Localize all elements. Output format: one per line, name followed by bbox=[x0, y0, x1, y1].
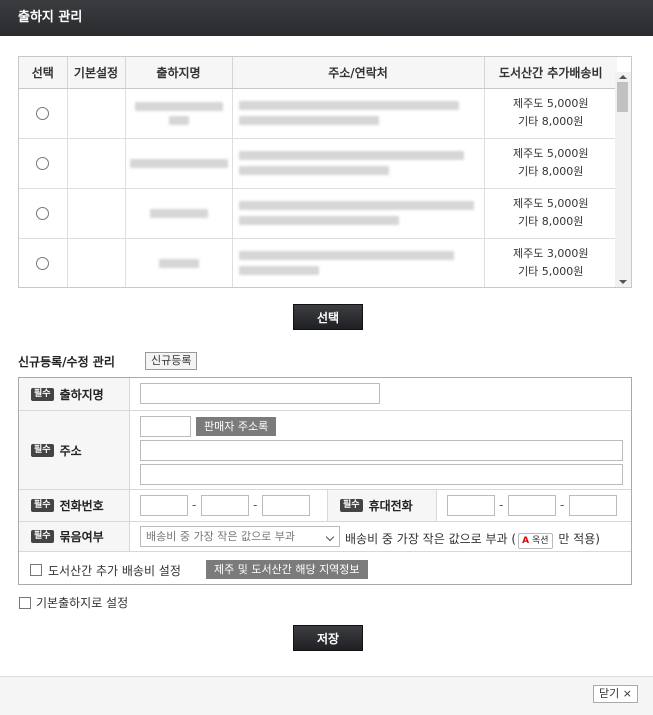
dash: - bbox=[253, 498, 258, 512]
remote-fee-row: 도서산간 추가 배송비 설정 제주 및 도서산간 해당 지역정보 bbox=[19, 552, 631, 585]
address-list: 선택 기본설정 출하지명 주소/연락처 도서산간 추가배송비 제주도 5,000… bbox=[18, 56, 632, 288]
address-input-2[interactable] bbox=[140, 464, 623, 485]
dash: - bbox=[192, 498, 197, 512]
header-default: 기본설정 bbox=[67, 57, 126, 89]
address-cell bbox=[232, 238, 485, 287]
default-cell bbox=[67, 88, 126, 139]
table-row[interactable]: 제주도 5,000원 기타 8,000원 bbox=[19, 88, 617, 139]
mobile-input-3[interactable] bbox=[569, 495, 617, 516]
name-label: 필수 출하지명 bbox=[19, 378, 130, 410]
section-title: 신규등록/수정 관리 bbox=[18, 355, 115, 369]
remote-fee-cell: 제주도 5,000원 기타 8,000원 bbox=[484, 188, 617, 239]
scroll-thumb[interactable] bbox=[617, 82, 628, 112]
address-table: 선택 기본설정 출하지명 주소/연락처 도서산간 추가배송비 제주도 5,000… bbox=[19, 57, 617, 287]
default-cell bbox=[67, 238, 126, 287]
table-row[interactable]: 제주도 5,000원 기타 8,000원 bbox=[19, 188, 617, 239]
phone-input-2[interactable] bbox=[201, 495, 249, 516]
address-row: 필수 주소 판매자 주소록 bbox=[19, 411, 631, 490]
mobile-label: 필수 휴대전화 bbox=[327, 490, 437, 521]
mobile-input-2[interactable] bbox=[508, 495, 556, 516]
header-remote-fee: 도서산간 추가배송비 bbox=[484, 57, 617, 89]
seller-address-book-button[interactable]: 판매자 주소록 bbox=[196, 417, 277, 436]
table-row[interactable]: 제주도 5,000원 기타 8,000원 bbox=[19, 138, 617, 189]
address-label: 필수 주소 bbox=[19, 411, 130, 489]
default-shipping-checkbox[interactable] bbox=[19, 597, 31, 609]
remote-fee-cell: 제주도 5,000원 기타 8,000원 bbox=[484, 138, 617, 189]
address-cell bbox=[232, 138, 485, 189]
row-radio[interactable] bbox=[36, 207, 50, 220]
address-cell bbox=[232, 88, 485, 139]
bundle-row: 필수 묶음여부 배송비 중 가장 작은 값으로 부과 배송비 중 가장 작은 값으… bbox=[19, 522, 631, 552]
required-badge: 필수 bbox=[31, 499, 54, 512]
auction-badge: A 옥션 bbox=[518, 533, 553, 549]
header-select: 선택 bbox=[19, 57, 68, 89]
remote-region-info-button[interactable]: 제주 및 도서산간 해당 지역정보 bbox=[206, 560, 368, 579]
remote-fee-cell: 제주도 5,000원 기타 8,000원 bbox=[484, 88, 617, 139]
row-radio[interactable] bbox=[36, 257, 50, 270]
table-row[interactable]: 제주도 3,000원 기타 5,000원 bbox=[19, 238, 617, 287]
remote-fee-cell: 제주도 3,000원 기타 5,000원 bbox=[484, 238, 617, 287]
header-address: 주소/연락처 bbox=[232, 57, 485, 89]
shipping-name-input[interactable] bbox=[140, 383, 380, 404]
required-badge: 필수 bbox=[31, 387, 54, 401]
scroll-down-arrow-icon[interactable] bbox=[619, 280, 627, 284]
address-input-1[interactable] bbox=[140, 440, 623, 461]
phone-input-3[interactable] bbox=[262, 495, 310, 516]
name-cell bbox=[125, 188, 233, 239]
row-radio[interactable] bbox=[36, 157, 50, 170]
bundle-description: 배송비 중 가장 작은 값으로 부과 (A 옥션 만 적용) bbox=[345, 530, 600, 549]
row-radio[interactable] bbox=[36, 107, 50, 120]
new-register-button[interactable]: 신규등록 bbox=[145, 352, 198, 370]
dash: - bbox=[560, 498, 565, 512]
scroll-up-arrow-icon[interactable] bbox=[619, 75, 627, 79]
footer-bar: 닫기 × bbox=[0, 676, 653, 715]
phone-input-1[interactable] bbox=[140, 495, 188, 516]
table-scrollbar[interactable] bbox=[615, 72, 631, 287]
remote-fee-label: 도서산간 추가 배송비 설정 bbox=[48, 564, 181, 578]
address-cell bbox=[232, 188, 485, 239]
remote-fee-checkbox[interactable] bbox=[30, 564, 42, 576]
zipcode-input[interactable] bbox=[140, 416, 191, 437]
default-shipping-label: 기본출하지로 설정 bbox=[36, 596, 129, 610]
close-button[interactable]: 닫기 × bbox=[593, 685, 638, 703]
bundle-select[interactable]: 배송비 중 가장 작은 값으로 부과 bbox=[140, 526, 340, 547]
phone-row: 필수 전화번호 - - 필수 휴대전화 - - bbox=[19, 490, 631, 522]
dash: - bbox=[499, 498, 504, 512]
header-name: 출하지명 bbox=[125, 57, 233, 89]
name-cell bbox=[125, 138, 233, 189]
default-cell bbox=[67, 188, 126, 239]
required-badge: 필수 bbox=[340, 499, 363, 512]
default-cell bbox=[67, 138, 126, 189]
save-button[interactable]: 저장 bbox=[293, 625, 363, 651]
bundle-label: 필수 묶음여부 bbox=[19, 522, 130, 551]
required-badge: 필수 bbox=[31, 530, 54, 543]
name-cell bbox=[125, 238, 233, 287]
name-cell bbox=[125, 88, 233, 139]
mobile-input-1[interactable] bbox=[447, 495, 495, 516]
name-row: 필수 출하지명 bbox=[19, 378, 631, 411]
phone-label: 필수 전화번호 bbox=[19, 490, 130, 521]
select-button[interactable]: 선택 bbox=[293, 304, 363, 330]
shipping-form: 필수 출하지명 필수 주소 판매자 주소록 필수 전화번호 - - 필수 휴대전화 - … bbox=[18, 377, 632, 585]
chevron-down-icon bbox=[325, 532, 335, 542]
required-badge: 필수 bbox=[31, 443, 54, 457]
window-title: 출하지 관리 bbox=[0, 0, 653, 36]
